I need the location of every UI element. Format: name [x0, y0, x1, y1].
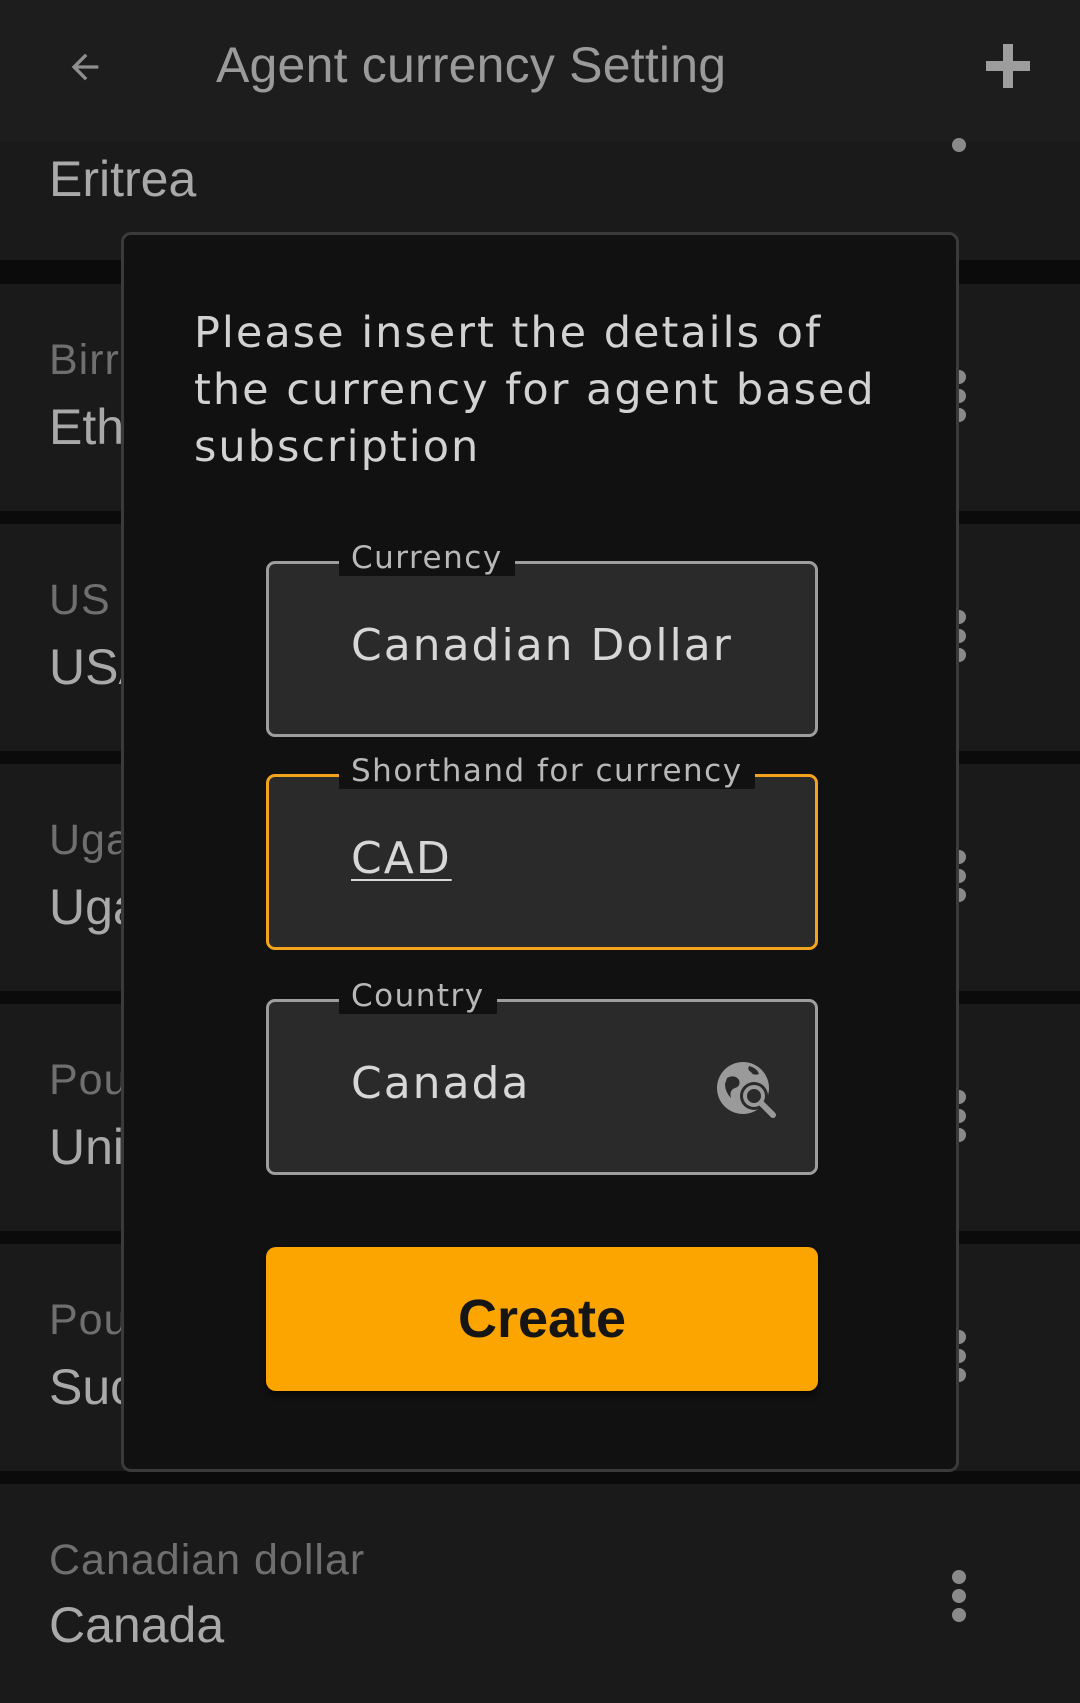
more-options-icon[interactable] — [944, 1568, 974, 1624]
shorthand-field-label: Shorthand for currency — [339, 753, 755, 789]
plus-icon — [986, 44, 1030, 88]
list-item-value: Eth — [49, 399, 125, 455]
arrow-left-icon — [71, 53, 99, 81]
list-item-value: Eritrea — [49, 151, 197, 207]
add-button[interactable] — [982, 40, 1034, 92]
list-item-label: Uga — [49, 816, 131, 864]
list-item[interactable]: Canadian dollar Canada — [0, 1484, 1080, 1703]
currency-field-value: Canadian Dollar — [351, 620, 733, 671]
currency-field[interactable]: Currency Canadian Dollar — [266, 540, 818, 737]
create-button[interactable]: Create — [266, 1247, 818, 1391]
list-item-label: Pou — [49, 1296, 129, 1344]
country-field-value: Canada — [351, 1058, 531, 1109]
list-item-value: Canada — [49, 1597, 225, 1653]
app-bar: Agent currency Setting — [0, 0, 1080, 150]
list-item-label: US — [49, 576, 111, 624]
globe-search-icon[interactable] — [715, 1058, 779, 1122]
shorthand-field-value: CAD — [351, 833, 452, 884]
create-currency-dialog: Please insert the details of the currenc… — [121, 232, 959, 1472]
list-item-label: Canadian dollar — [49, 1536, 366, 1584]
back-button[interactable] — [60, 42, 110, 92]
list-item-label: Pou — [49, 1056, 129, 1104]
country-field-label: Country — [339, 978, 497, 1014]
currency-field-label: Currency — [339, 540, 515, 576]
page-title: Agent currency Setting — [216, 37, 727, 93]
shorthand-field[interactable]: Shorthand for currency CAD — [266, 753, 818, 950]
country-field[interactable]: Country Canada — [266, 978, 818, 1175]
list-item-value: Uni — [49, 1119, 125, 1175]
more-options-icon[interactable] — [944, 132, 974, 162]
list-item-label: Birr — [49, 336, 120, 384]
dialog-message: Please insert the details of the currenc… — [194, 308, 876, 472]
